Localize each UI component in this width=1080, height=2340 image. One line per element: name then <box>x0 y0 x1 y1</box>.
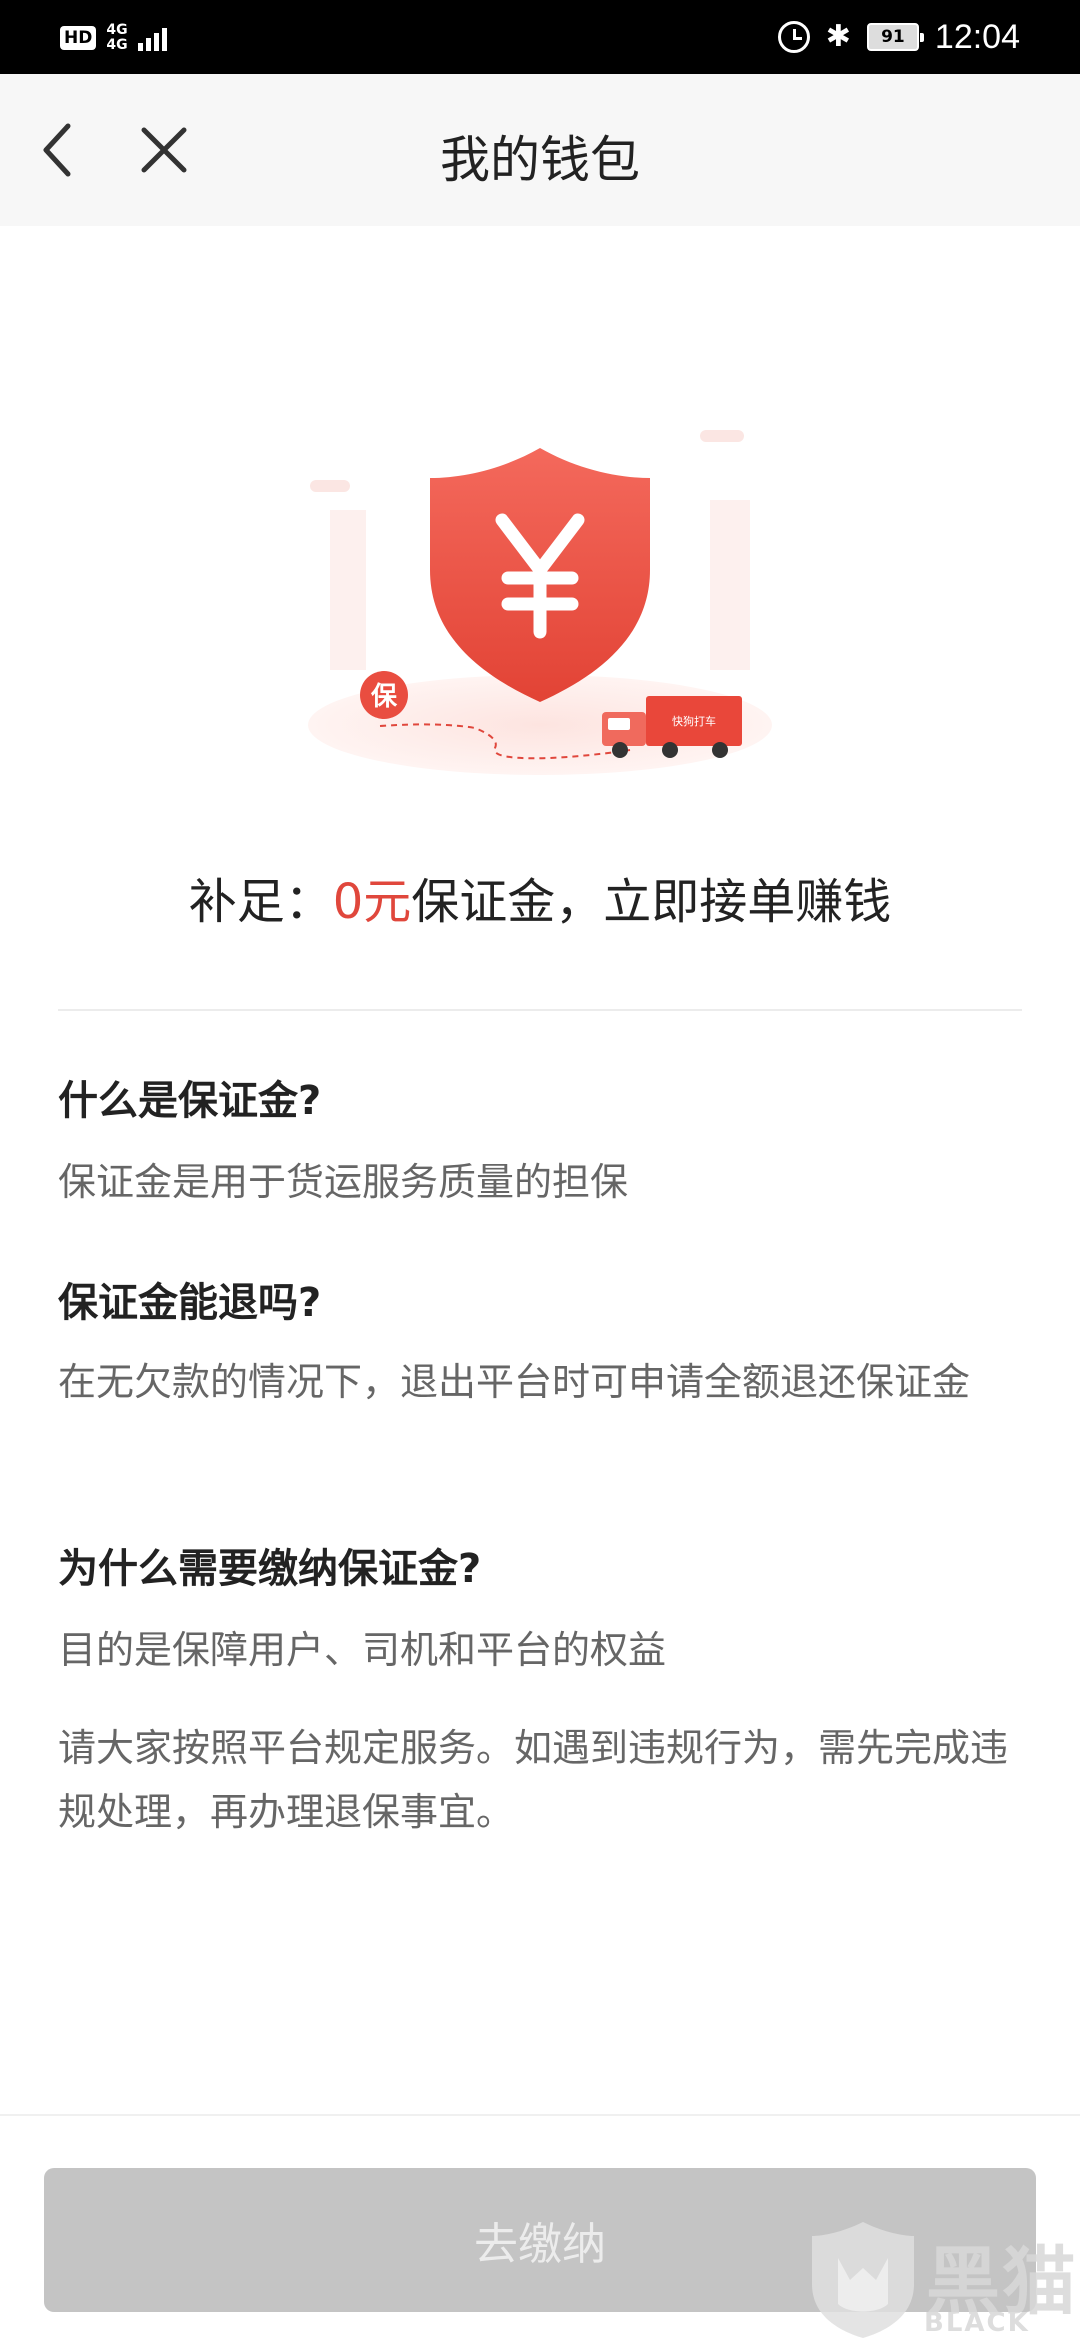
faq-answer: 目的是保障用户、司机和平台的权益 <box>58 1628 667 1672</box>
bottom-divider <box>0 2114 1080 2116</box>
cloud-shape <box>700 430 744 442</box>
status-right: ✱ 91 12:04 <box>777 16 1020 58</box>
building-shape <box>330 510 366 670</box>
cloud-shape <box>310 480 350 492</box>
network-type: 4G 4G <box>106 23 127 53</box>
deposit-badge-text: 保 <box>370 682 398 712</box>
promo-prefix: 补足： <box>188 874 333 930</box>
hd-icon: HD <box>60 26 97 50</box>
truck-label: 快狗打车 <box>672 714 716 728</box>
faq-question: 什么是保证金? <box>58 1078 322 1124</box>
page-title: 我的钱包 <box>440 131 640 189</box>
status-left: HD 4G 4G <box>60 18 167 58</box>
signal-icon <box>137 25 167 51</box>
faq-question: 为什么需要缴纳保证金? <box>58 1546 482 1592</box>
deposit-promo: 补足：0元保证金，立即接单赚钱 <box>0 862 1080 932</box>
bluetooth-icon: ✱ <box>825 19 851 54</box>
black-cat-watermark: 黑猫 BLACK CAT <box>808 2218 1080 2340</box>
faq-answer: 保证金是用于货运服务质量的担保 <box>58 1160 629 1204</box>
alarm-icon <box>777 21 810 53</box>
section-divider <box>58 1009 1022 1011</box>
deposit-amount: 0元 <box>332 874 412 930</box>
faq-answer: 请大家按照平台规定服务。如遇到违规行为，需先完成违规处理，再办理退保事宜。 <box>58 1726 1009 1834</box>
watermark-subtext: BLACK CAT <box>924 2308 1030 2340</box>
battery-icon: 91 <box>866 23 924 51</box>
network-type-top: 4G <box>106 22 128 38</box>
cat-shield-icon <box>812 2222 914 2338</box>
deposit-shield-illustration: 保 快狗打车 <box>308 430 772 775</box>
promo-suffix: 保证金，立即接单赚钱 <box>411 874 892 930</box>
nav-header: 我的钱包 <box>0 74 1080 226</box>
status-bar: HD 4G 4G ✱ 91 12:04 <box>0 0 1080 74</box>
faq-question: 保证金能退吗? <box>58 1280 322 1326</box>
clock: 12:04 <box>934 17 1020 56</box>
faq-answer: 在无欠款的情况下，退出平台时可申请全额退还保证金 <box>58 1360 971 1404</box>
building-shape <box>710 500 750 670</box>
network-type-bottom: 4G <box>106 37 128 53</box>
